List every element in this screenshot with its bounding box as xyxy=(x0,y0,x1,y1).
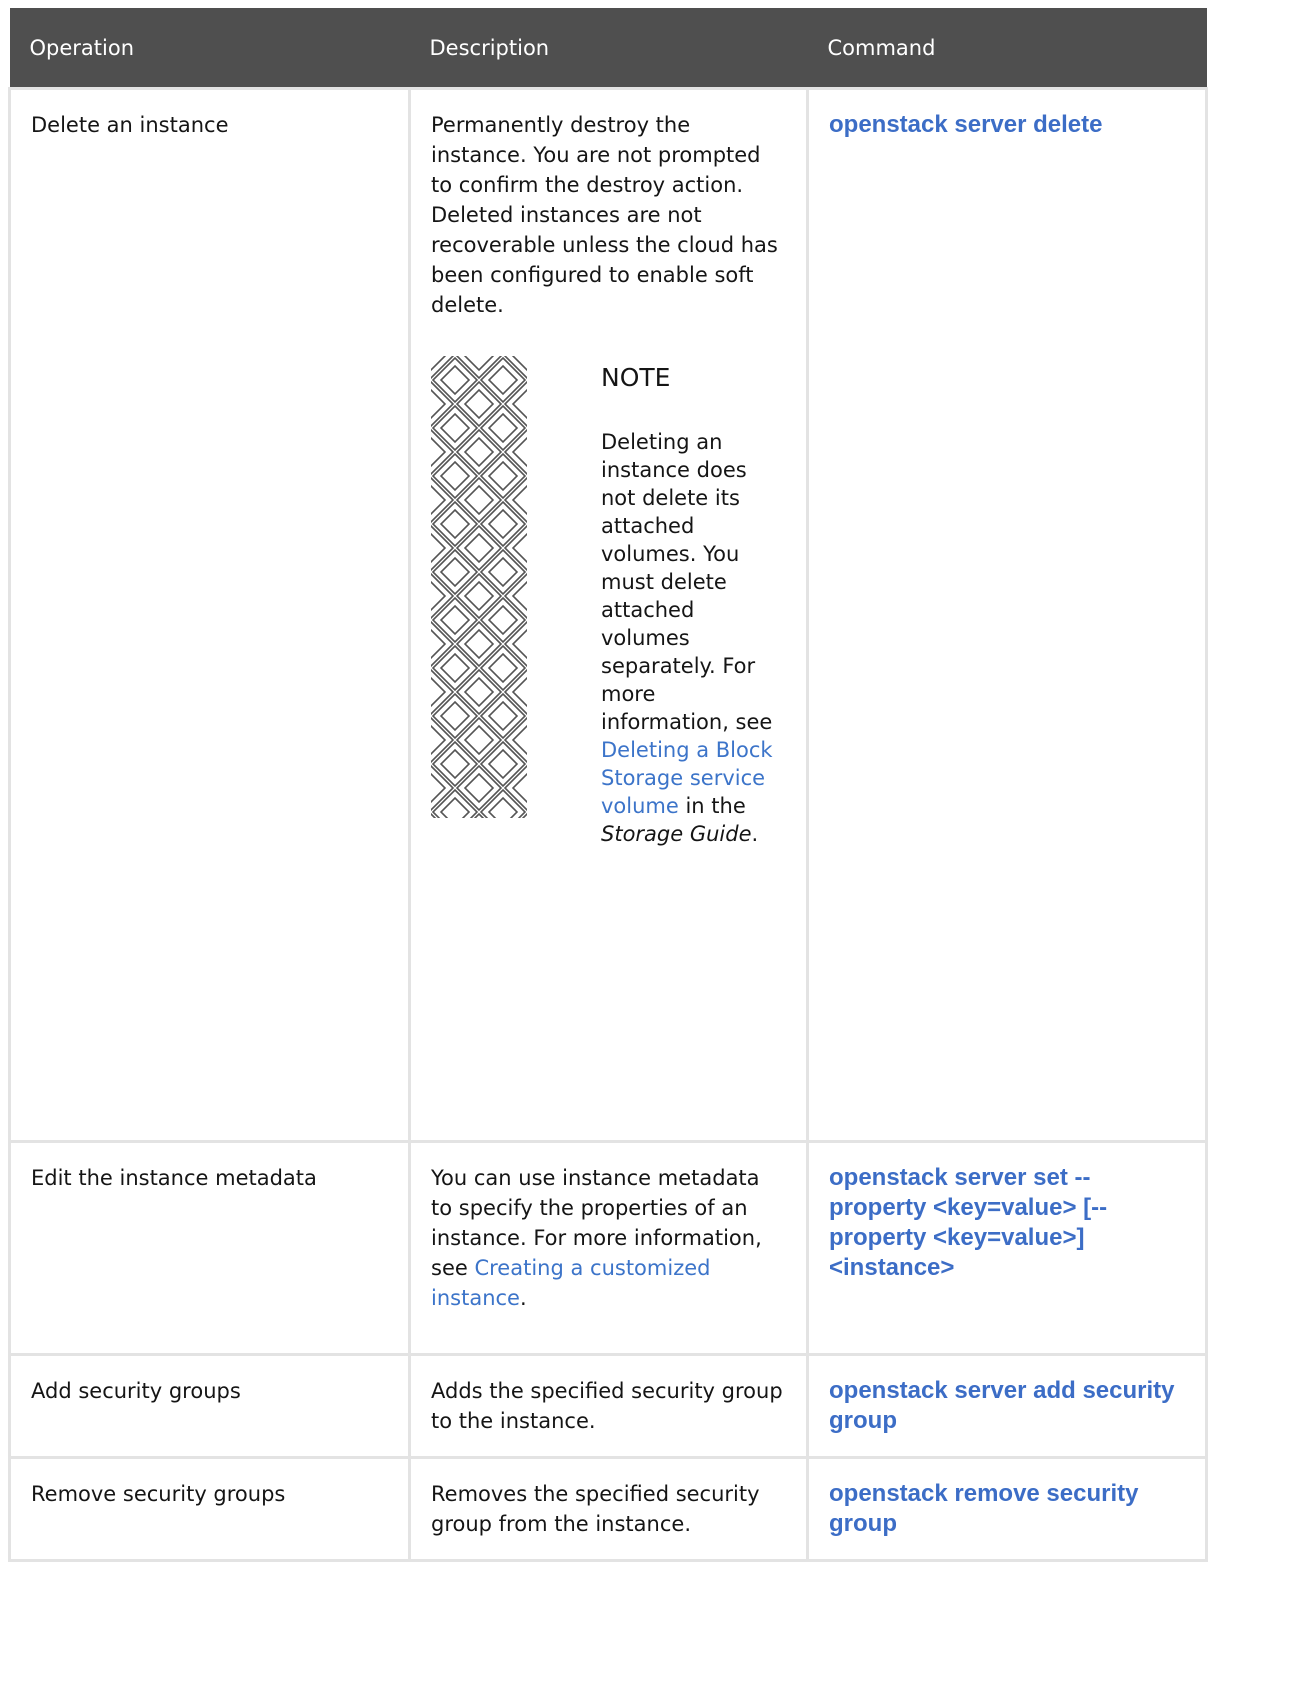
operations-table: Operation Description Command Delete an … xyxy=(8,8,1208,1562)
table-row: Add security groups Adds the specified s… xyxy=(8,1353,1208,1459)
note-text: Deleting an instance does not delete its… xyxy=(601,428,786,848)
description-cell: Adds the specified security group to the… xyxy=(408,1353,809,1459)
note-pattern-icon xyxy=(431,356,527,818)
command-cell: openstack remove security group xyxy=(806,1456,1208,1562)
command-cell: openstack server add security group xyxy=(806,1353,1208,1459)
note-text-after: . xyxy=(751,822,759,846)
operations-table-container: Operation Description Command Delete an … xyxy=(8,8,1208,1562)
note-title: NOTE xyxy=(601,363,671,392)
description-cell: Removes the specified security group fro… xyxy=(408,1456,809,1562)
command-cell: openstack server set --property <key=val… xyxy=(806,1140,1208,1356)
operation-cell: Add security groups xyxy=(8,1353,411,1459)
description-cell: Permanently destroy the instance. You ar… xyxy=(408,87,809,1143)
note-text-before: Deleting an instance does not delete its… xyxy=(601,430,773,734)
storage-guide-title: Storage Guide xyxy=(601,822,752,846)
table-row: Remove security groups Removes the speci… xyxy=(8,1456,1208,1562)
operation-cell: Remove security groups xyxy=(8,1456,411,1562)
note-body: NOTE Deleting an instance does not delet… xyxy=(601,356,786,848)
note-text-mid: in the xyxy=(678,794,746,818)
operation-cell: Edit the instance metadata xyxy=(8,1140,411,1356)
note-admonition: NOTE Deleting an instance does not delet… xyxy=(431,356,786,848)
description-cell: You can use instance metadata to specify… xyxy=(408,1140,809,1356)
operation-cell: Delete an instance xyxy=(8,87,411,1143)
description-text: Permanently destroy the instance. You ar… xyxy=(431,113,778,317)
description-text-after: . xyxy=(519,1286,527,1310)
table-row: Delete an instance Permanently destroy t… xyxy=(8,87,1208,1143)
header-operation: Operation xyxy=(9,8,410,89)
command-cell: openstack server delete xyxy=(806,87,1208,1143)
table-header-row: Operation Description Command xyxy=(9,8,1207,89)
header-command: Command xyxy=(807,8,1207,89)
header-description: Description xyxy=(409,8,808,89)
table-row: Edit the instance metadata You can use i… xyxy=(8,1140,1208,1356)
